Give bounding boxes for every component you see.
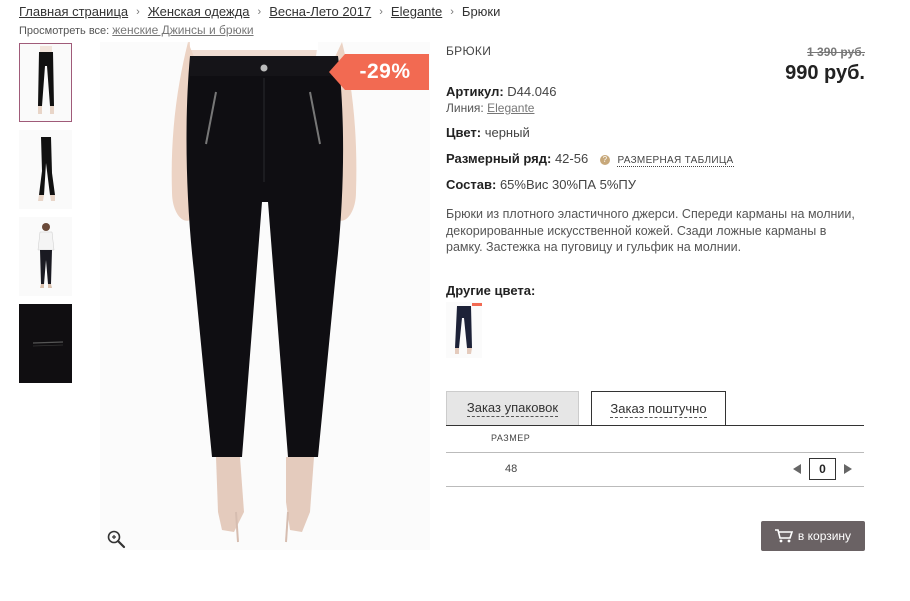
tab-single-order-label: Заказ поштучно bbox=[610, 400, 707, 418]
size-table-link[interactable]: РАЗМЕРНАЯ ТАБЛИЦА bbox=[617, 155, 734, 167]
size-column-header: РАЗМЕР bbox=[491, 433, 531, 443]
size-range-value: 42-56 bbox=[554, 151, 589, 166]
pants-front-image bbox=[37, 45, 54, 114]
increase-arrow-icon[interactable] bbox=[844, 464, 852, 474]
quantity-input[interactable]: 0 bbox=[809, 458, 836, 480]
breadcrumb-separator: › bbox=[450, 5, 454, 18]
line-label: Линия: bbox=[446, 101, 484, 115]
size-range-row: Размерный ряд: 42-56 ? РАЗМЕРНАЯ ТАБЛИЦА bbox=[446, 151, 734, 167]
add-to-cart-button[interactable]: в корзину bbox=[761, 521, 865, 551]
table-divider bbox=[446, 452, 864, 453]
decrease-arrow-icon[interactable] bbox=[793, 464, 801, 474]
breadcrumb-spring-summer[interactable]: Весна-Лето 2017 bbox=[269, 4, 371, 19]
thumbnail-full-look[interactable] bbox=[19, 217, 72, 296]
product-description: Брюки из плотного эластичного джерси. Сп… bbox=[446, 207, 855, 254]
pocket-detail-image bbox=[19, 304, 72, 383]
product-category: БРЮКИ bbox=[446, 44, 492, 58]
article-value: D44.046 bbox=[507, 84, 557, 99]
discount-badge: -29% bbox=[329, 54, 429, 90]
thumbnail-side[interactable] bbox=[19, 130, 72, 209]
other-colors-label: Другие цвета: bbox=[446, 283, 536, 298]
view-all: Просмотреть все: женские Джинсы и брюки bbox=[19, 23, 254, 37]
other-color-thumbnail[interactable] bbox=[446, 302, 482, 358]
order-tabs: Заказ упаковок Заказ поштучно bbox=[446, 391, 864, 426]
price: 990 руб. bbox=[785, 62, 865, 84]
composition-value: 65%Вис 30%ПА 5%ПУ bbox=[499, 177, 637, 192]
line-row: Линия: Elegante bbox=[446, 101, 534, 115]
article-row: Артикул: D44.046 bbox=[446, 84, 556, 99]
thumbnail-front[interactable] bbox=[19, 43, 72, 122]
breadcrumb-womens-clothing[interactable]: Женская одежда bbox=[148, 4, 250, 19]
table-divider bbox=[446, 486, 864, 487]
old-price: 1 390 руб. bbox=[807, 45, 865, 59]
breadcrumb-separator: › bbox=[257, 5, 262, 18]
breadcrumb-current: Брюки bbox=[461, 4, 501, 19]
tab-pack-order-label: Заказ упаковок bbox=[466, 400, 559, 417]
add-to-cart-label: в корзину bbox=[797, 529, 852, 543]
navy-pants-image bbox=[455, 306, 472, 354]
composition-label: Состав: bbox=[446, 177, 497, 192]
tabs-divider bbox=[446, 425, 864, 426]
color-label: Цвет: bbox=[446, 125, 482, 140]
tab-single-order[interactable]: Заказ поштучно bbox=[591, 391, 726, 426]
quantity-stepper: 0 bbox=[793, 458, 852, 480]
line-link[interactable]: Elegante bbox=[487, 101, 534, 115]
zoom-icon[interactable] bbox=[106, 529, 126, 549]
product-main-image[interactable] bbox=[100, 42, 430, 550]
size-range-label: Размерный ряд: bbox=[446, 151, 552, 166]
discount-mini-badge bbox=[472, 303, 482, 306]
breadcrumb: Главная страница › Женская одежда › Весн… bbox=[19, 4, 500, 19]
composition-row: Состав: 65%Вис 30%ПА 5%ПУ bbox=[446, 177, 636, 192]
breadcrumb-home[interactable]: Главная страница bbox=[19, 4, 128, 19]
tab-pack-order[interactable]: Заказ упаковок bbox=[446, 391, 579, 425]
breadcrumb-separator: › bbox=[136, 5, 140, 18]
view-all-label: Просмотреть все: bbox=[19, 25, 110, 37]
thumbnail-detail[interactable] bbox=[19, 304, 72, 383]
help-icon[interactable]: ? bbox=[599, 155, 610, 165]
view-all-link[interactable]: женские Джинсы и брюки bbox=[112, 23, 253, 37]
pants-model-image bbox=[100, 42, 430, 550]
pants-side-image bbox=[37, 136, 55, 201]
color-row: Цвет: черный bbox=[446, 125, 530, 140]
thumbnail-gallery bbox=[19, 43, 72, 391]
breadcrumb-elegante[interactable]: Elegante bbox=[391, 4, 442, 19]
article-label: Артикул: bbox=[446, 84, 504, 99]
full-look-image bbox=[37, 222, 54, 288]
size-value: 48 bbox=[505, 463, 518, 475]
cart-icon bbox=[774, 529, 793, 543]
breadcrumb-separator: › bbox=[379, 5, 383, 18]
color-value: черный bbox=[484, 125, 530, 140]
